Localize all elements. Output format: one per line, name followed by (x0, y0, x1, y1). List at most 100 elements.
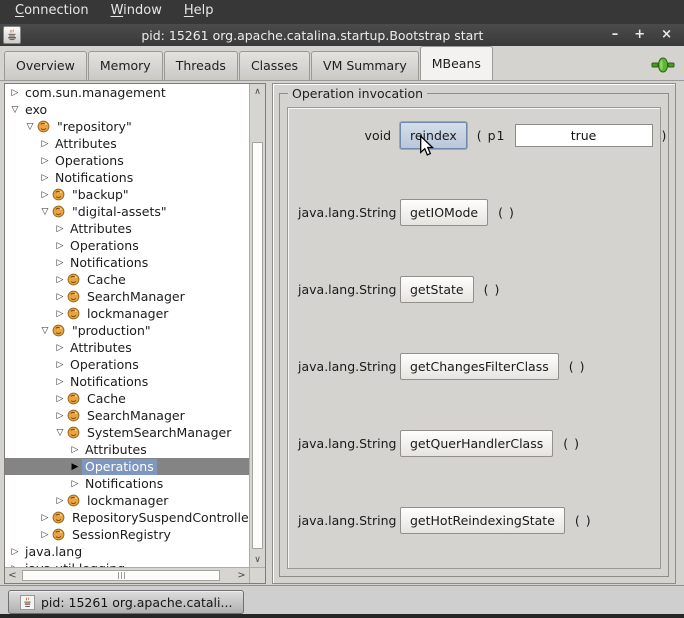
tree-toggle-icon[interactable]: ▷ (38, 139, 52, 149)
vertical-scroll-thumb[interactable] (252, 142, 263, 549)
tree-row-searchmanager[interactable]: ▷ SearchManager (5, 288, 249, 305)
tab-vm-summary[interactable]: VM Summary (311, 51, 419, 80)
operation-row: java.lang.String getQuerHandlerClass ( ) (298, 428, 656, 458)
operation-return-type: java.lang.String (298, 282, 391, 297)
tree-toggle-icon[interactable]: ▷ (53, 496, 67, 506)
tree-toggle-icon[interactable]: ▷ (53, 394, 67, 404)
tree-row-lockmanager[interactable]: ▷ lockmanager (5, 492, 249, 509)
minimize-button[interactable]: – (612, 26, 619, 44)
tree-toggle-icon[interactable]: ▷ (53, 377, 67, 387)
operation-row: java.lang.String getState ( ) (298, 274, 656, 304)
window-menu-button[interactable] (3, 26, 21, 44)
window-title: pid: 15261 org.apache.catalina.startup.B… (21, 28, 604, 43)
invoke-gethotreindexingstate-button[interactable]: getHotReindexingState (400, 507, 565, 534)
tree-toggle-icon[interactable]: ▷ (68, 479, 82, 489)
tree-toggle-icon[interactable]: ▷ (68, 445, 82, 455)
invoke-getstate-button[interactable]: getState (400, 276, 474, 303)
tree-toggle-icon[interactable]: ▷ (8, 88, 22, 98)
tree-row-operations[interactable]: ▷ Operations (5, 152, 249, 169)
tree-toggle-icon[interactable]: ▽ (23, 122, 37, 132)
tree-toggle-icon[interactable]: ▷ (38, 190, 52, 200)
tree-row-searchmanager[interactable]: ▷ SearchManager (5, 407, 249, 424)
scroll-right-icon[interactable]: > (234, 568, 249, 583)
tree-row-operations[interactable]: ▷ Operations (5, 356, 249, 373)
tree-toggle-icon[interactable]: ▷ (53, 275, 67, 285)
mbeans-tree[interactable]: ▷ com.sun.management ▽ exo ▽ (5, 84, 249, 567)
operation-return-type: java.lang.String (298, 205, 391, 220)
tree-toggle-icon[interactable]: ▷ (53, 309, 67, 319)
tree-row-notifications[interactable]: ▷ Notifications (5, 475, 249, 492)
tree-row-attributes[interactable]: ▷ Attributes (5, 220, 249, 237)
tree-toggle-icon[interactable]: ▷ (38, 530, 52, 540)
tree-toggle-icon[interactable]: ▷ (8, 547, 22, 557)
tree-toggle-icon[interactable]: ▷ (53, 258, 67, 268)
operation-signature-empty: ( ) (569, 359, 586, 374)
tree-toggle-icon[interactable]: ▶ (68, 462, 82, 472)
tab-overview[interactable]: Overview (4, 51, 87, 80)
tree-toggle-icon[interactable]: ▽ (38, 326, 52, 336)
tree-toggle-icon[interactable]: ▷ (38, 513, 52, 523)
menu-connection[interactable]: Connection (4, 0, 100, 24)
tree-row-repositorysuspendcontrolle[interactable]: ▷ RepositorySuspendControlle (5, 509, 249, 526)
tab-mbeans[interactable]: MBeans (420, 46, 493, 80)
tree-toggle-icon[interactable]: ▷ (53, 360, 67, 370)
menu-bar: Connection Window Help (0, 0, 684, 24)
tree-row-lockmanager[interactable]: ▷ lockmanager (5, 305, 249, 322)
tree-row-operations[interactable]: ▶ Operations (5, 458, 249, 475)
tree-row-java-lang[interactable]: ▷ java.lang (5, 543, 249, 560)
mbeans-workspace: ▷ com.sun.management ▽ exo ▽ (0, 80, 684, 586)
invoke-getquerhandlerclass-button[interactable]: getQuerHandlerClass (400, 430, 553, 457)
close-button[interactable]: × (661, 26, 672, 44)
tree-row-attributes[interactable]: ▷ Attributes (5, 135, 249, 152)
tree-row-repository[interactable]: ▽ "repository" (5, 118, 249, 135)
menu-help[interactable]: Help (173, 0, 225, 24)
horizontal-scroll-thumb[interactable] (22, 570, 220, 581)
tree-row-notifications[interactable]: ▷ Notifications (5, 373, 249, 390)
tree-row-attributes[interactable]: ▷ Attributes (5, 441, 249, 458)
mbean-icon (67, 273, 81, 286)
tree-row-production[interactable]: ▽ "production" (5, 322, 249, 339)
invoke-getiomode-button[interactable]: getIOMode (400, 199, 488, 226)
tree-row-notifications[interactable]: ▷ Notifications (5, 169, 249, 186)
operation-row: void reindex ( p1 ) (298, 120, 656, 150)
tree-row-java-util-logging[interactable]: ▷ java.util.logging (5, 560, 249, 567)
tab-threads[interactable]: Threads (164, 51, 238, 80)
tree-vertical-scrollbar[interactable]: ∧ ∨ (249, 84, 265, 567)
tree-row-exo[interactable]: ▽ exo (5, 101, 249, 118)
tree-toggle-icon[interactable]: ▷ (53, 343, 67, 353)
minimized-window-taskbar-button[interactable]: pid: 15261 org.apache.catali... (8, 590, 244, 614)
menu-window[interactable]: Window (100, 0, 173, 24)
tree-toggle-icon[interactable]: ▽ (8, 105, 22, 115)
tree-row-label: Cache (84, 391, 129, 407)
tree-row-systemsearchmanager[interactable]: ▽ SystemSearchManager (5, 424, 249, 441)
tree-row-com-sun-management[interactable]: ▷ com.sun.management (5, 84, 249, 101)
scroll-down-icon[interactable]: ∨ (250, 552, 265, 567)
menu-item-label: Help (184, 3, 214, 18)
tree-row-operations[interactable]: ▷ Operations (5, 237, 249, 254)
maximize-button[interactable]: + (634, 26, 645, 44)
tree-row-cache[interactable]: ▷ Cache (5, 271, 249, 288)
param-value-input[interactable] (515, 124, 653, 147)
tree-toggle-icon[interactable]: ▷ (53, 411, 67, 421)
tree-row-backup[interactable]: ▷ "backup" (5, 186, 249, 203)
tree-row-attributes[interactable]: ▷ Attributes (5, 339, 249, 356)
tree-row-digital-assets[interactable]: ▽ "digital-assets" (5, 203, 249, 220)
tree-row-notifications[interactable]: ▷ Notifications (5, 254, 249, 271)
tab-classes[interactable]: Classes (239, 51, 310, 80)
operation-invocation-groupbox: Operation invocation void reindex ( p1 )… (279, 93, 669, 577)
tree-toggle-icon[interactable]: ▷ (53, 224, 67, 234)
tree-row-sessionregistry[interactable]: ▷ SessionRegistry (5, 526, 249, 543)
tree-toggle-icon[interactable]: ▽ (38, 207, 52, 217)
tree-toggle-icon[interactable]: ▷ (38, 173, 52, 183)
tree-toggle-icon[interactable]: ▷ (53, 241, 67, 251)
tree-toggle-icon[interactable]: ▷ (38, 156, 52, 166)
tree-row-cache[interactable]: ▷ Cache (5, 390, 249, 407)
invoke-getchangesfilterclass-button[interactable]: getChangesFilterClass (400, 353, 559, 380)
tree-toggle-icon[interactable]: ▽ (53, 428, 67, 438)
tree-toggle-icon[interactable]: ▷ (53, 292, 67, 302)
tree-row-label: RepositorySuspendControlle (69, 510, 249, 526)
tab-memory[interactable]: Memory (88, 51, 163, 80)
scroll-up-icon[interactable]: ∧ (250, 84, 265, 99)
tree-horizontal-scrollbar[interactable]: < > (5, 567, 249, 583)
scroll-left-icon[interactable]: < (5, 568, 20, 583)
